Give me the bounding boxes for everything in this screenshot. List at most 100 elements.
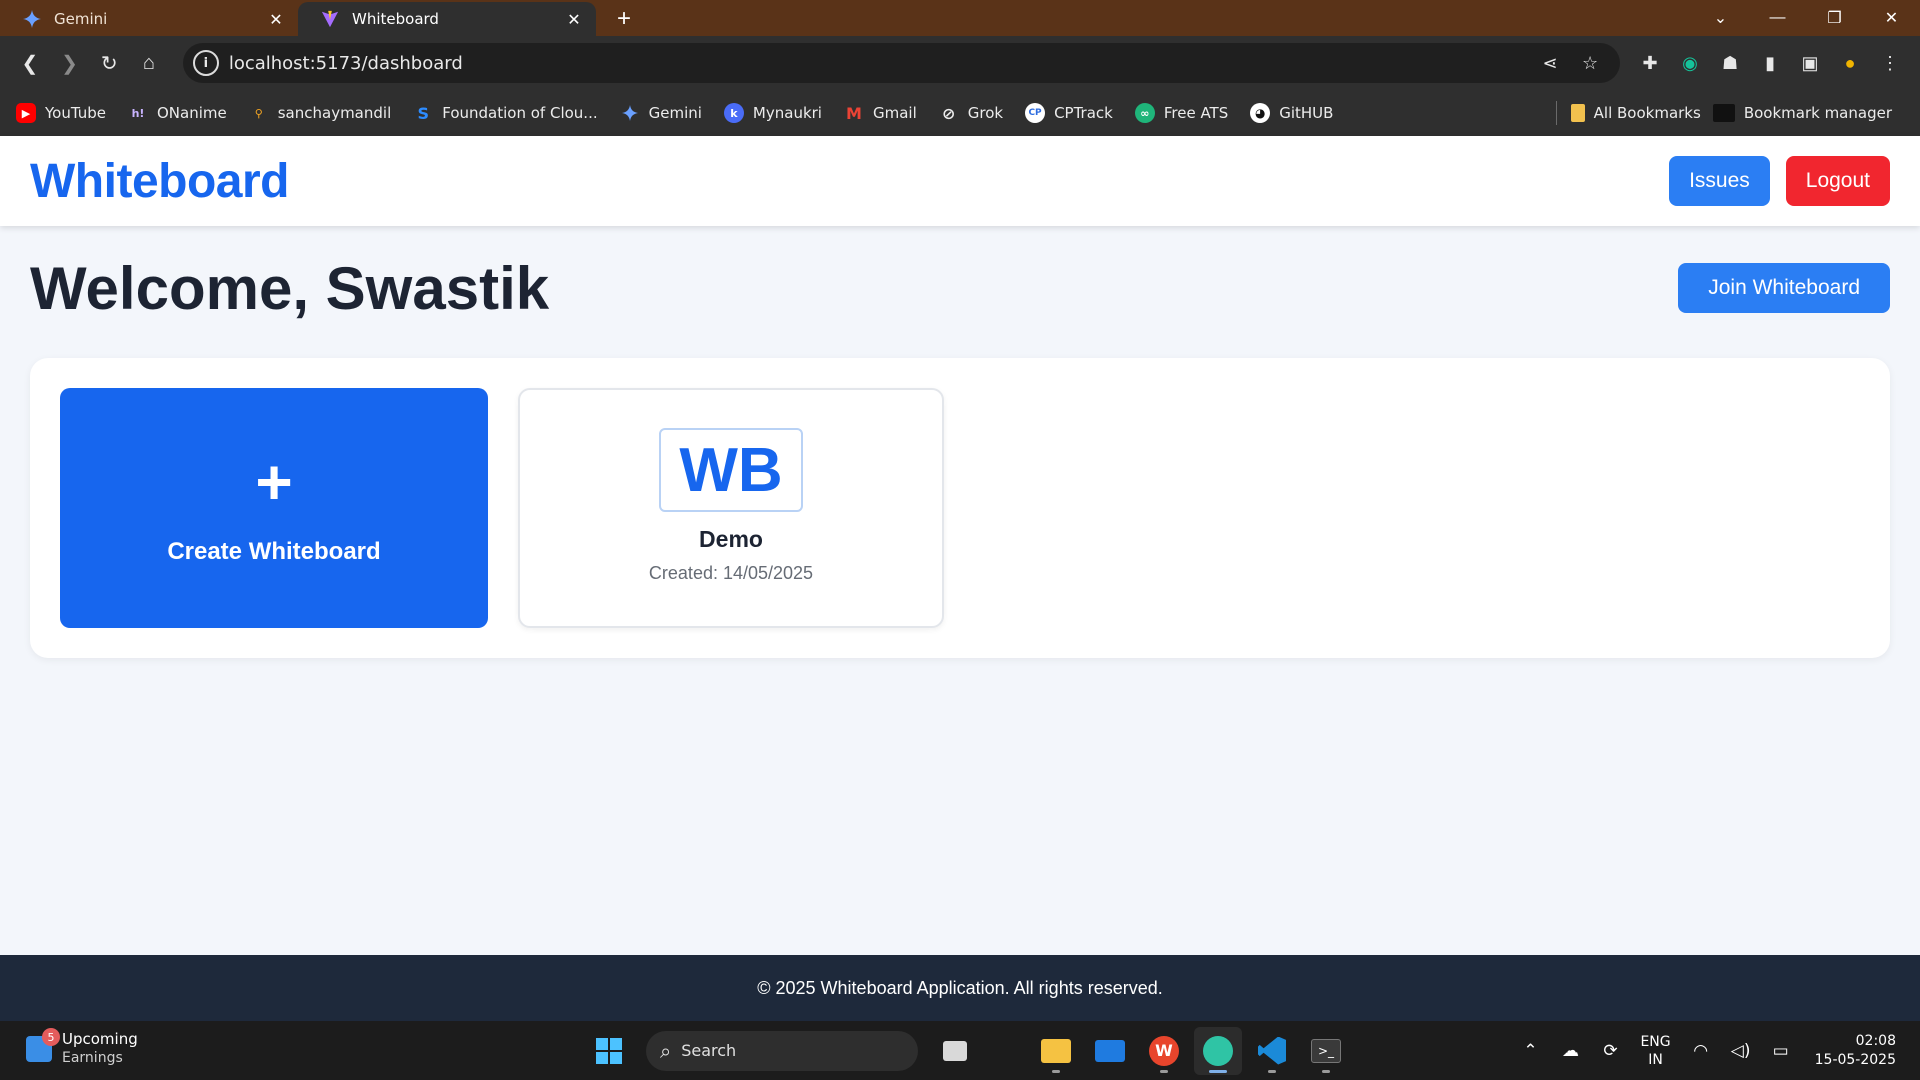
issues-button[interactable]: Issues <box>1669 156 1770 206</box>
incognito-icon[interactable]: ☗ <box>1710 43 1750 83</box>
gemini-sparkle-icon <box>620 103 640 123</box>
search-label: Search <box>681 1041 737 1060</box>
close-window-icon[interactable]: ✕ <box>1863 0 1920 36</box>
reading-list-icon[interactable]: ▮ <box>1750 43 1790 83</box>
logout-button[interactable]: Logout <box>1785 156 1890 206</box>
header-actions: Issues Logout <box>1669 156 1890 206</box>
bookmark-star-icon[interactable]: ☆ <box>1570 53 1610 74</box>
close-tab-icon[interactable]: ✕ <box>564 9 584 29</box>
extension-area: ✚ ◉ ☗ ▮ ▣ ● ⋮ <box>1630 43 1910 83</box>
whiteboard-card[interactable]: WB Demo Created: 14/05/2025 <box>518 388 944 628</box>
bookmark-label: Gemini <box>648 104 702 122</box>
app-footer: © 2025 Whiteboard Application. All right… <box>0 955 1920 1021</box>
running-indicator <box>1209 1069 1227 1073</box>
bookmark-label: Foundation of Clou... <box>442 104 598 122</box>
folder-dark-icon <box>1712 104 1735 122</box>
gemini-sparkle-icon <box>22 9 42 29</box>
input-language[interactable]: ENG IN <box>1640 1033 1670 1069</box>
youtube-icon: ▶ <box>16 103 36 123</box>
taskbar-task-view[interactable] <box>931 1027 979 1075</box>
browser-icon <box>1203 1035 1233 1066</box>
app-logo[interactable]: Whiteboard <box>30 154 289 209</box>
url-text[interactable]: localhost:5173/dashboard <box>229 53 1530 74</box>
bookmark-all[interactable]: All Bookmarks <box>1570 104 1701 122</box>
home-icon[interactable]: ⌂ <box>129 43 169 83</box>
grammarly-icon[interactable]: ◉ <box>1670 43 1710 83</box>
bookmark-gmail[interactable]: M Gmail <box>844 103 917 123</box>
bookmark-sanchaymandil[interactable]: ⚲ sanchaymandil <box>249 103 392 123</box>
close-tab-icon[interactable]: ✕ <box>266 9 286 29</box>
share-icon[interactable]: ⋖ <box>1530 53 1570 74</box>
join-whiteboard-button[interactable]: Join Whiteboard <box>1678 263 1890 313</box>
plus-icon: + <box>255 446 293 518</box>
side-panel-icon[interactable]: ▣ <box>1790 43 1830 83</box>
clock-date: 15-05-2025 <box>1814 1051 1896 1068</box>
wifi-icon[interactable]: ◠ <box>1681 1031 1721 1071</box>
file-explorer-icon <box>1041 1038 1071 1063</box>
minimize-icon[interactable]: — <box>1749 0 1806 36</box>
reload-icon[interactable]: ↻ <box>89 43 129 83</box>
extensions-puzzle-icon[interactable]: ✚ <box>1630 43 1670 83</box>
widget-title: Upcoming <box>62 1030 138 1048</box>
bookmark-manager[interactable]: Bookmark manager <box>1712 104 1892 122</box>
bookmark-label: GitHUB <box>1279 104 1334 122</box>
bookmark-youtube[interactable]: ▶ YouTube <box>16 103 106 123</box>
tab-whiteboard[interactable]: Whiteboard ✕ <box>298 2 596 36</box>
volume-icon[interactable]: ◁) <box>1721 1031 1761 1071</box>
taskbar-vscode[interactable] <box>1248 1027 1296 1075</box>
system-tray: ⌃ ☁ ⟳ ENG IN ◠ ◁) ▭ 02:08 15-05-2025 <box>1510 1021 1896 1080</box>
chevron-up-icon[interactable]: ⌃ <box>1510 1031 1550 1071</box>
task-view-icon <box>943 1040 967 1061</box>
taskbar-terminal[interactable]: >_ <box>1302 1027 1350 1075</box>
os-taskbar: 5 Upcoming Earnings ⌕ Search W >_ ⌃ ☁ ⟳ … <box>0 1021 1920 1080</box>
bookmark-cptrack[interactable]: CP CPTrack <box>1025 103 1113 123</box>
menu-kebab-icon[interactable]: ⋮ <box>1870 43 1910 83</box>
footer-copyright: © 2025 Whiteboard Application. All right… <box>757 977 1163 998</box>
back-icon[interactable]: ❮ <box>10 43 50 83</box>
widget-subtitle: Earnings <box>62 1050 123 1066</box>
taskbar-chrome[interactable] <box>1194 1026 1242 1075</box>
taskbar-wps[interactable]: W <box>1140 1027 1188 1075</box>
grok-icon: ⊘ <box>942 103 956 123</box>
app-header: Whiteboard Issues Logout <box>0 136 1920 226</box>
tab-title: Whiteboard <box>352 10 439 28</box>
site-info-icon[interactable]: i <box>192 50 219 76</box>
language-code: ENG <box>1640 1033 1671 1050</box>
sync-icon[interactable]: ⟳ <box>1590 1031 1630 1071</box>
running-indicator <box>1052 1069 1060 1073</box>
battery-icon[interactable]: ▭ <box>1761 1031 1801 1071</box>
create-whiteboard-card[interactable]: + Create Whiteboard <box>60 388 488 628</box>
bookmark-label: ONanime <box>157 104 227 122</box>
tab-gemini[interactable]: Gemini ✕ <box>0 2 298 36</box>
region-code: IN <box>1648 1051 1663 1068</box>
bookmark-mynaukri[interactable]: k Mynaukri <box>723 103 822 123</box>
forward-icon[interactable]: ❯ <box>50 43 90 83</box>
restore-icon[interactable]: ❐ <box>1806 0 1863 36</box>
gmail-icon: M <box>846 103 862 123</box>
taskbar-file-explorer[interactable] <box>1032 1027 1080 1075</box>
onedrive-cloud-icon[interactable]: ☁ <box>1550 1031 1590 1071</box>
start-button[interactable] <box>585 1027 633 1075</box>
bookmark-divider <box>1555 101 1557 125</box>
profile-avatar-icon[interactable]: ● <box>1830 43 1870 83</box>
bookmark-label: Bookmark manager <box>1743 104 1892 122</box>
naukri-icon: k <box>723 103 744 123</box>
bookmark-onanime[interactable]: h! ONanime <box>128 103 227 123</box>
bookmark-gemini[interactable]: Gemini <box>620 103 702 123</box>
sanchay-icon: ⚲ <box>254 106 263 120</box>
taskbar-mail[interactable] <box>1086 1027 1134 1075</box>
bookmark-grok[interactable]: ⊘ Grok <box>939 103 1003 123</box>
address-bar[interactable]: i localhost:5173/dashboard ⋖ ☆ <box>182 43 1621 83</box>
bookmark-github[interactable]: ◕ GitHUB <box>1250 103 1333 123</box>
bookmark-free-ats[interactable]: ∞ Free ATS <box>1134 103 1228 123</box>
taskbar-search[interactable]: ⌕ Search <box>646 1030 918 1071</box>
whiteboard-thumbnail: WB <box>659 428 803 512</box>
folder-icon <box>1570 104 1585 122</box>
terminal-icon: >_ <box>1311 1038 1341 1063</box>
new-tab-button[interactable]: + <box>606 2 642 36</box>
widgets-button[interactable]: 5 Upcoming Earnings <box>26 1028 138 1068</box>
running-indicator <box>1160 1069 1168 1073</box>
bookmark-foundation[interactable]: S Foundation of Clou... <box>413 103 597 123</box>
tab-search-icon[interactable]: ⌄ <box>1692 0 1749 36</box>
system-clock[interactable]: 02:08 15-05-2025 <box>1815 1032 1896 1070</box>
